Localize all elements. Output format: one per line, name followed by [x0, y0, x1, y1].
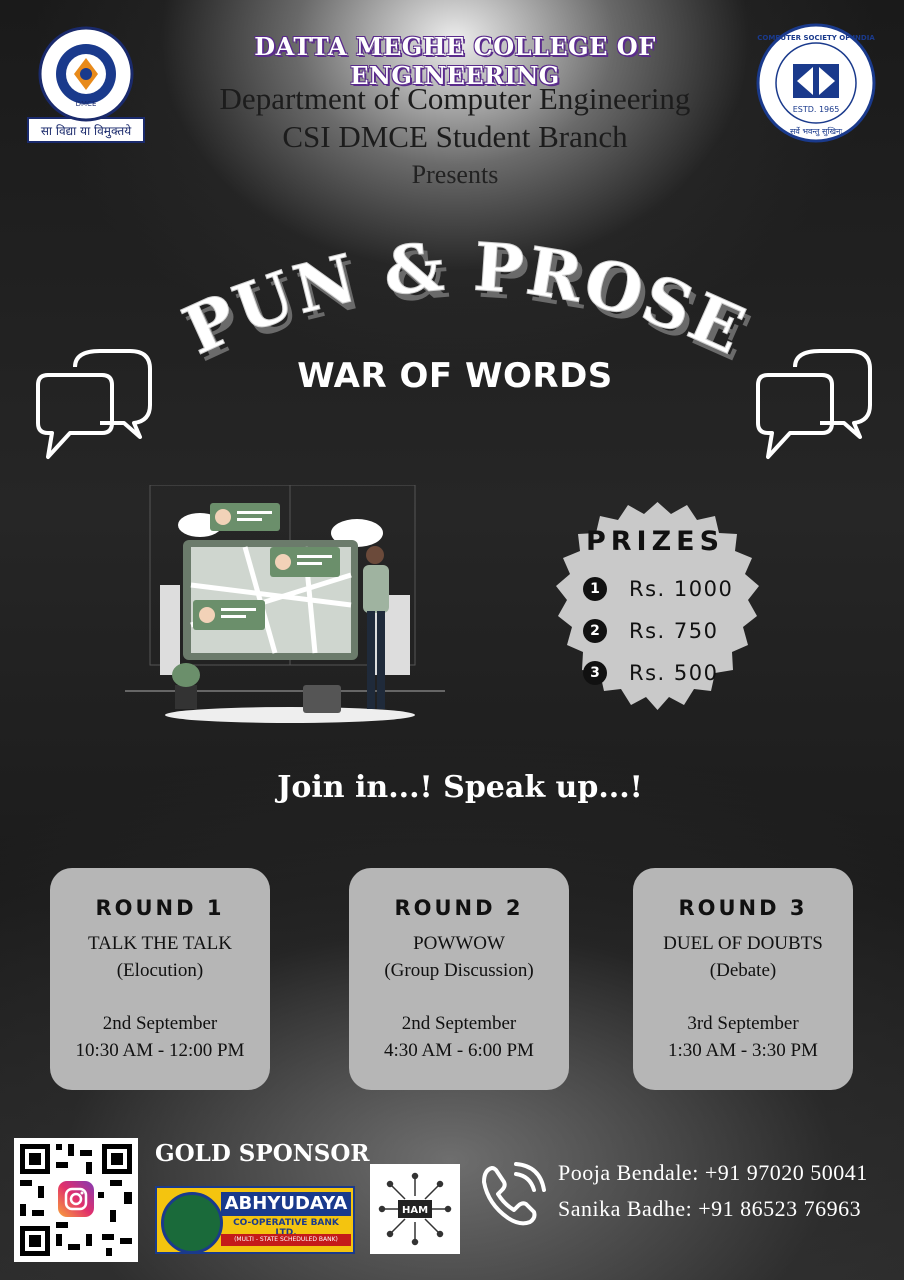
prize-item: 1 Rs. 1000: [583, 574, 763, 604]
contact-name: Pooja Bendale:: [558, 1160, 699, 1185]
round-date: 3rd September: [687, 1013, 799, 1034]
ham-logo: HAM: [370, 1164, 460, 1254]
ham-logo-text: HAM: [402, 1205, 428, 1216]
dmce-logo: सा विद्या या विमुक्तये DMCE: [26, 22, 146, 146]
csi-estd: ESTD. 1965: [793, 105, 840, 114]
round-date: 2nd September: [401, 1013, 517, 1034]
rank-2-icon: 2: [583, 619, 607, 643]
prize-item: 2 Rs. 750: [583, 616, 763, 646]
round-type: (Group Discussion): [384, 960, 534, 981]
phone-icon: [478, 1160, 548, 1230]
contact-phone[interactable]: +91 97020 50041: [705, 1160, 868, 1185]
round-type: (Elocution): [116, 960, 204, 981]
round-name: DUEL OF DOUBTS: [663, 933, 823, 954]
branch-line: CSI DMCE Student Branch: [282, 119, 628, 154]
contact-name: Sanika Badhe:: [558, 1196, 693, 1221]
round-card: ROUND 3 DUEL OF DOUBTS (Debate) 3rd Sept…: [633, 868, 853, 1090]
dmce-abbr: DMCE: [76, 100, 97, 108]
round-name: TALK THE TALK: [87, 933, 232, 954]
csi-motto: सर्वे भवन्तु सुखिनः: [790, 126, 843, 137]
round-card: ROUND 1 TALK THE TALK (Elocution) 2nd Se…: [50, 868, 270, 1090]
prizes-title: PRIZES: [585, 526, 725, 557]
round-name: POWWOW: [413, 933, 505, 954]
round-type: (Debate): [709, 960, 777, 981]
rank-1-icon: 1: [583, 577, 607, 601]
prize-badge: [535, 485, 780, 730]
chat-bubbles-icon: [30, 345, 155, 465]
instagram-icon[interactable]: [58, 1181, 94, 1217]
bank-emblem-icon: [161, 1192, 223, 1254]
contact-row: Sanika Badhe: +91 86523 76963: [558, 1196, 861, 1222]
prize-amount: Rs. 1000: [629, 577, 734, 601]
round-time: 4:30 AM - 6:00 PM: [384, 1040, 534, 1061]
round-card: ROUND 2 POWWOW (Group Discussion) 2nd Se…: [349, 868, 569, 1090]
bank-tag: (MULTI - STATE SCHEDULED BANK): [221, 1234, 351, 1246]
prize-item: 3 Rs. 500: [583, 658, 763, 688]
round-label: ROUND 3: [678, 896, 808, 920]
round-label: ROUND 2: [394, 896, 524, 920]
prize-amount: Rs. 750: [629, 619, 719, 643]
department-line: Department of Computer Engineering: [219, 81, 691, 116]
dmce-motto: सा विद्या या विमुक्तये: [41, 124, 132, 139]
map-illustration: [125, 484, 445, 725]
round-label: ROUND 1: [95, 896, 225, 920]
rank-3-icon: 3: [583, 661, 607, 685]
contact-phone[interactable]: +91 86523 76963: [698, 1196, 861, 1221]
bank-name: ABHYUDAYA: [221, 1192, 351, 1216]
contact-row: Pooja Bendale: +91 97020 50041: [558, 1160, 868, 1186]
event-subtitle: WAR OF WORDS: [297, 356, 613, 396]
round-time: 1:30 AM - 3:30 PM: [668, 1040, 818, 1061]
csi-logo: ESTD. 1965 COMPUTER SOCIETY OF INDIA सर्…: [755, 22, 877, 144]
prize-amount: Rs. 500: [629, 661, 719, 685]
tagline: Join in...! Speak up...!: [277, 770, 643, 805]
csi-ring-text: COMPUTER SOCIETY OF INDIA: [757, 34, 875, 42]
round-time: 10:30 AM - 12:00 PM: [75, 1040, 245, 1061]
department-name: Department of Computer Engineering CSI D…: [150, 80, 760, 156]
presents-text: Presents: [411, 160, 499, 189]
abhyudaya-bank-logo: ABHYUDAYA CO-OPERATIVE BANK LTD. (MULTI …: [155, 1186, 355, 1254]
round-date: 2nd September: [102, 1013, 218, 1034]
chat-bubbles-icon: [750, 345, 875, 465]
gold-sponsor-heading: GOLD SPONSOR: [155, 1140, 370, 1167]
